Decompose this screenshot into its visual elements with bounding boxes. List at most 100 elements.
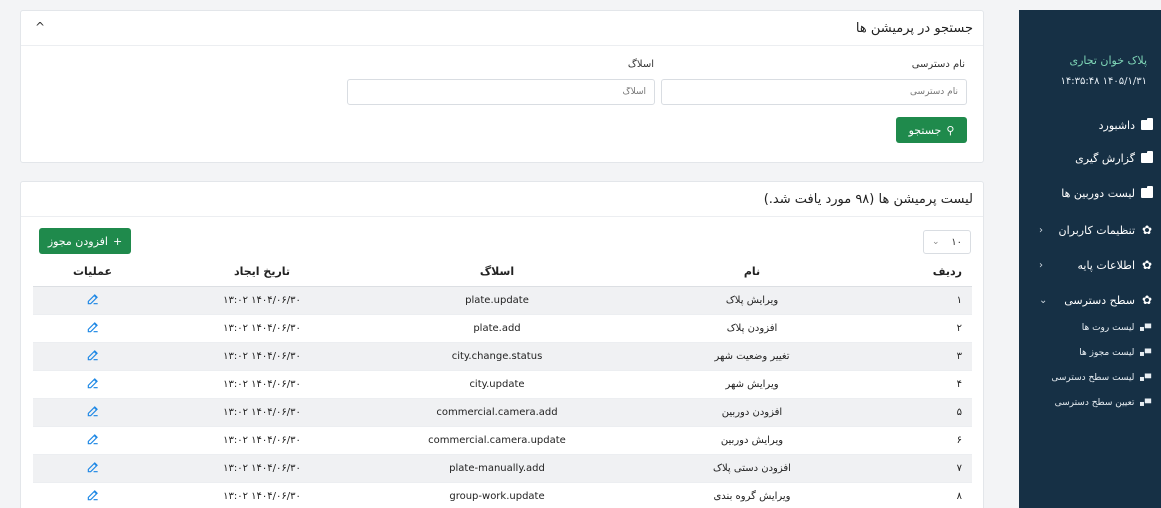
cell-date: ۱۴۰۴/۰۶/۳۰ ۱۳:۰۲ <box>152 426 372 455</box>
table-row: ۳ تغییر وضعیت شهر city.change.status ۱۴۰… <box>33 342 972 371</box>
cell-name: افزودن دوربین <box>622 398 882 427</box>
edit-icon[interactable] <box>86 404 100 421</box>
table-row: ۲ افزودن پلاک plate.add ۱۴۰۴/۰۶/۳۰ ۱۳:۰۲ <box>33 314 972 343</box>
edit-icon[interactable] <box>86 488 100 505</box>
cell-ops <box>33 482 152 508</box>
search-button[interactable]: ⚲ جستجو <box>896 117 967 143</box>
col-ops: عملیات <box>33 257 152 287</box>
slug-input[interactable] <box>347 79 655 105</box>
cell-name: افزودن دستی پلاک <box>622 454 882 483</box>
cell-ops <box>33 342 152 371</box>
cell-index: ۲ <box>882 314 972 343</box>
edit-icon[interactable] <box>86 432 100 449</box>
search-button-label: جستجو <box>908 123 942 137</box>
cell-date: ۱۴۰۴/۰۶/۳۰ ۱۳:۰۲ <box>152 398 372 427</box>
sidebar-subitem-label: لیست مجوز ها <box>1079 348 1135 358</box>
cell-slug: plate.update <box>372 286 622 315</box>
cell-date: ۱۴۰۴/۰۶/۳۰ ۱۳:۰۲ <box>152 482 372 508</box>
sidebar-item-label: سطح دسترسی <box>1064 293 1135 307</box>
permissions-card-header: لیست پرمیشن ها (۹۸ مورد یافت شد.) <box>21 182 983 217</box>
folder-icon <box>1141 151 1153 163</box>
chevron-down-icon: ⌄ <box>932 237 940 247</box>
cell-date: ۱۴۰۴/۰۶/۳۰ ۱۳:۰۲ <box>152 342 372 371</box>
sidebar-item-dashboard[interactable]: داشبورد <box>1019 113 1161 137</box>
clock: ۱۴۰۵/۱/۳۱ ۱۴:۳۵:۴۸ <box>1060 76 1148 87</box>
cell-date: ۱۴۰۴/۰۶/۳۰ ۱۳:۰۲ <box>152 454 372 483</box>
edit-icon[interactable] <box>86 292 100 309</box>
sidebar-item-label: تنظیمات کاربران <box>1058 223 1135 237</box>
cell-slug: commercial.camera.add <box>372 398 622 427</box>
col-index: ردیف <box>882 257 972 287</box>
search-title: جستجو در پرمیشن ها <box>855 20 973 36</box>
col-name: نام <box>622 257 882 287</box>
cell-index: ۷ <box>882 454 972 483</box>
plus-icon: + <box>112 234 123 248</box>
table-row: ۸ ویرایش گروه بندی group-work.update ۱۴۰… <box>33 482 972 508</box>
sidebar-subitem-permissions[interactable]: ▀▪ لیست مجوز ها <box>1019 343 1161 363</box>
cell-index: ۶ <box>882 426 972 455</box>
cell-ops <box>33 286 152 315</box>
sidebar-item-cameras[interactable]: لیست دوربین ها <box>1019 181 1161 205</box>
cell-name: ویرایش شهر <box>622 370 882 399</box>
permissions-table: ردیف نام اسلاگ تاریخ ایجاد عملیات ۱ ویرا… <box>33 257 972 508</box>
list-icon: ▀▪ <box>1139 323 1151 333</box>
sidebar-subitem-assign-access[interactable]: ▀▪ تعیین سطح دسترسی <box>1019 393 1161 413</box>
sidebar-item-label: اطلاعات پایه <box>1077 258 1135 272</box>
cell-slug: commercial.camera.update <box>372 426 622 455</box>
chevron-left-icon: ‹ <box>1039 259 1043 271</box>
sidebar-item-base-info[interactable]: ✿ اطلاعات پایه ‹ <box>1019 253 1161 277</box>
cell-ops <box>33 398 152 427</box>
cell-ops <box>33 314 152 343</box>
cell-name: تغییر وضعیت شهر <box>622 342 882 371</box>
folder-icon <box>1141 186 1153 198</box>
chevron-left-icon: ‹ <box>1039 224 1043 236</box>
edit-icon[interactable] <box>86 348 100 365</box>
sidebar-item-label: لیست دوربین ها <box>1061 186 1135 200</box>
cell-date: ۱۴۰۴/۰۶/۳۰ ۱۳:۰۲ <box>152 370 372 399</box>
list-icon: ▀▪ <box>1139 398 1151 408</box>
col-date: تاریخ ایجاد <box>152 257 372 287</box>
edit-icon[interactable] <box>86 320 100 337</box>
table-row: ۴ ویرایش شهر city.update ۱۴۰۴/۰۶/۳۰ ۱۳:۰… <box>33 370 972 399</box>
cell-index: ۱ <box>882 286 972 315</box>
cell-slug: city.change.status <box>372 342 622 371</box>
table-row: ۵ افزودن دوربین commercial.camera.add ۱۴… <box>33 398 972 427</box>
edit-icon[interactable] <box>86 460 100 477</box>
cell-ops <box>33 454 152 483</box>
sidebar-item-access-level[interactable]: ✿ سطح دسترسی ⌄ <box>1019 288 1161 312</box>
collapse-icon[interactable]: ^ <box>35 20 45 34</box>
cell-date: ۱۴۰۴/۰۶/۳۰ ۱۳:۰۲ <box>152 314 372 343</box>
permissions-title: لیست پرمیشن ها (۹۸ مورد یافت شد.) <box>763 191 973 207</box>
add-permission-button[interactable]: + افزودن مجوز <box>39 228 131 254</box>
gear-icon: ✿ <box>1141 258 1153 272</box>
cell-name: ویرایش پلاک <box>622 286 882 315</box>
cell-slug: city.update <box>372 370 622 399</box>
cell-slug: plate.add <box>372 314 622 343</box>
search-card-header: جستجو در پرمیشن ها ^ <box>21 11 983 46</box>
folder-icon <box>1141 118 1153 130</box>
page-size-value: ۱۰ <box>951 236 962 248</box>
table-row: ۷ افزودن دستی پلاک plate-manually.add ۱۴… <box>33 454 972 483</box>
cell-index: ۴ <box>882 370 972 399</box>
cell-index: ۳ <box>882 342 972 371</box>
sidebar-item-user-settings[interactable]: ✿ تنظیمات کاربران ‹ <box>1019 218 1161 242</box>
table-header-row: ردیف نام اسلاگ تاریخ ایجاد عملیات <box>33 257 972 287</box>
add-permission-label: افزودن مجوز <box>47 234 108 248</box>
name-input[interactable] <box>661 79 967 105</box>
sidebar-item-reports[interactable]: گزارش گیری <box>1019 146 1161 170</box>
chevron-down-icon: ⌄ <box>1039 294 1048 306</box>
edit-icon[interactable] <box>86 376 100 393</box>
table-row: ۶ ویرایش دوربین commercial.camera.update… <box>33 426 972 455</box>
cell-ops <box>33 370 152 399</box>
search-icon: ⚲ <box>946 123 955 137</box>
cell-index: ۵ <box>882 398 972 427</box>
slug-label: اسلاگ <box>627 59 654 70</box>
sidebar-subitem-routes[interactable]: ▀▪ لیست روت ها <box>1019 318 1161 338</box>
cell-ops <box>33 426 152 455</box>
page-size-select[interactable]: ۱۰ ⌄ <box>923 230 971 254</box>
cell-name: افزودن پلاک <box>622 314 882 343</box>
list-icon: ▀▪ <box>1139 373 1151 383</box>
sidebar-item-label: گزارش گیری <box>1075 151 1135 165</box>
sidebar-subitem-access-levels[interactable]: ▀▪ لیست سطح دسترسی <box>1019 368 1161 388</box>
cell-name: ویرایش دوربین <box>622 426 882 455</box>
